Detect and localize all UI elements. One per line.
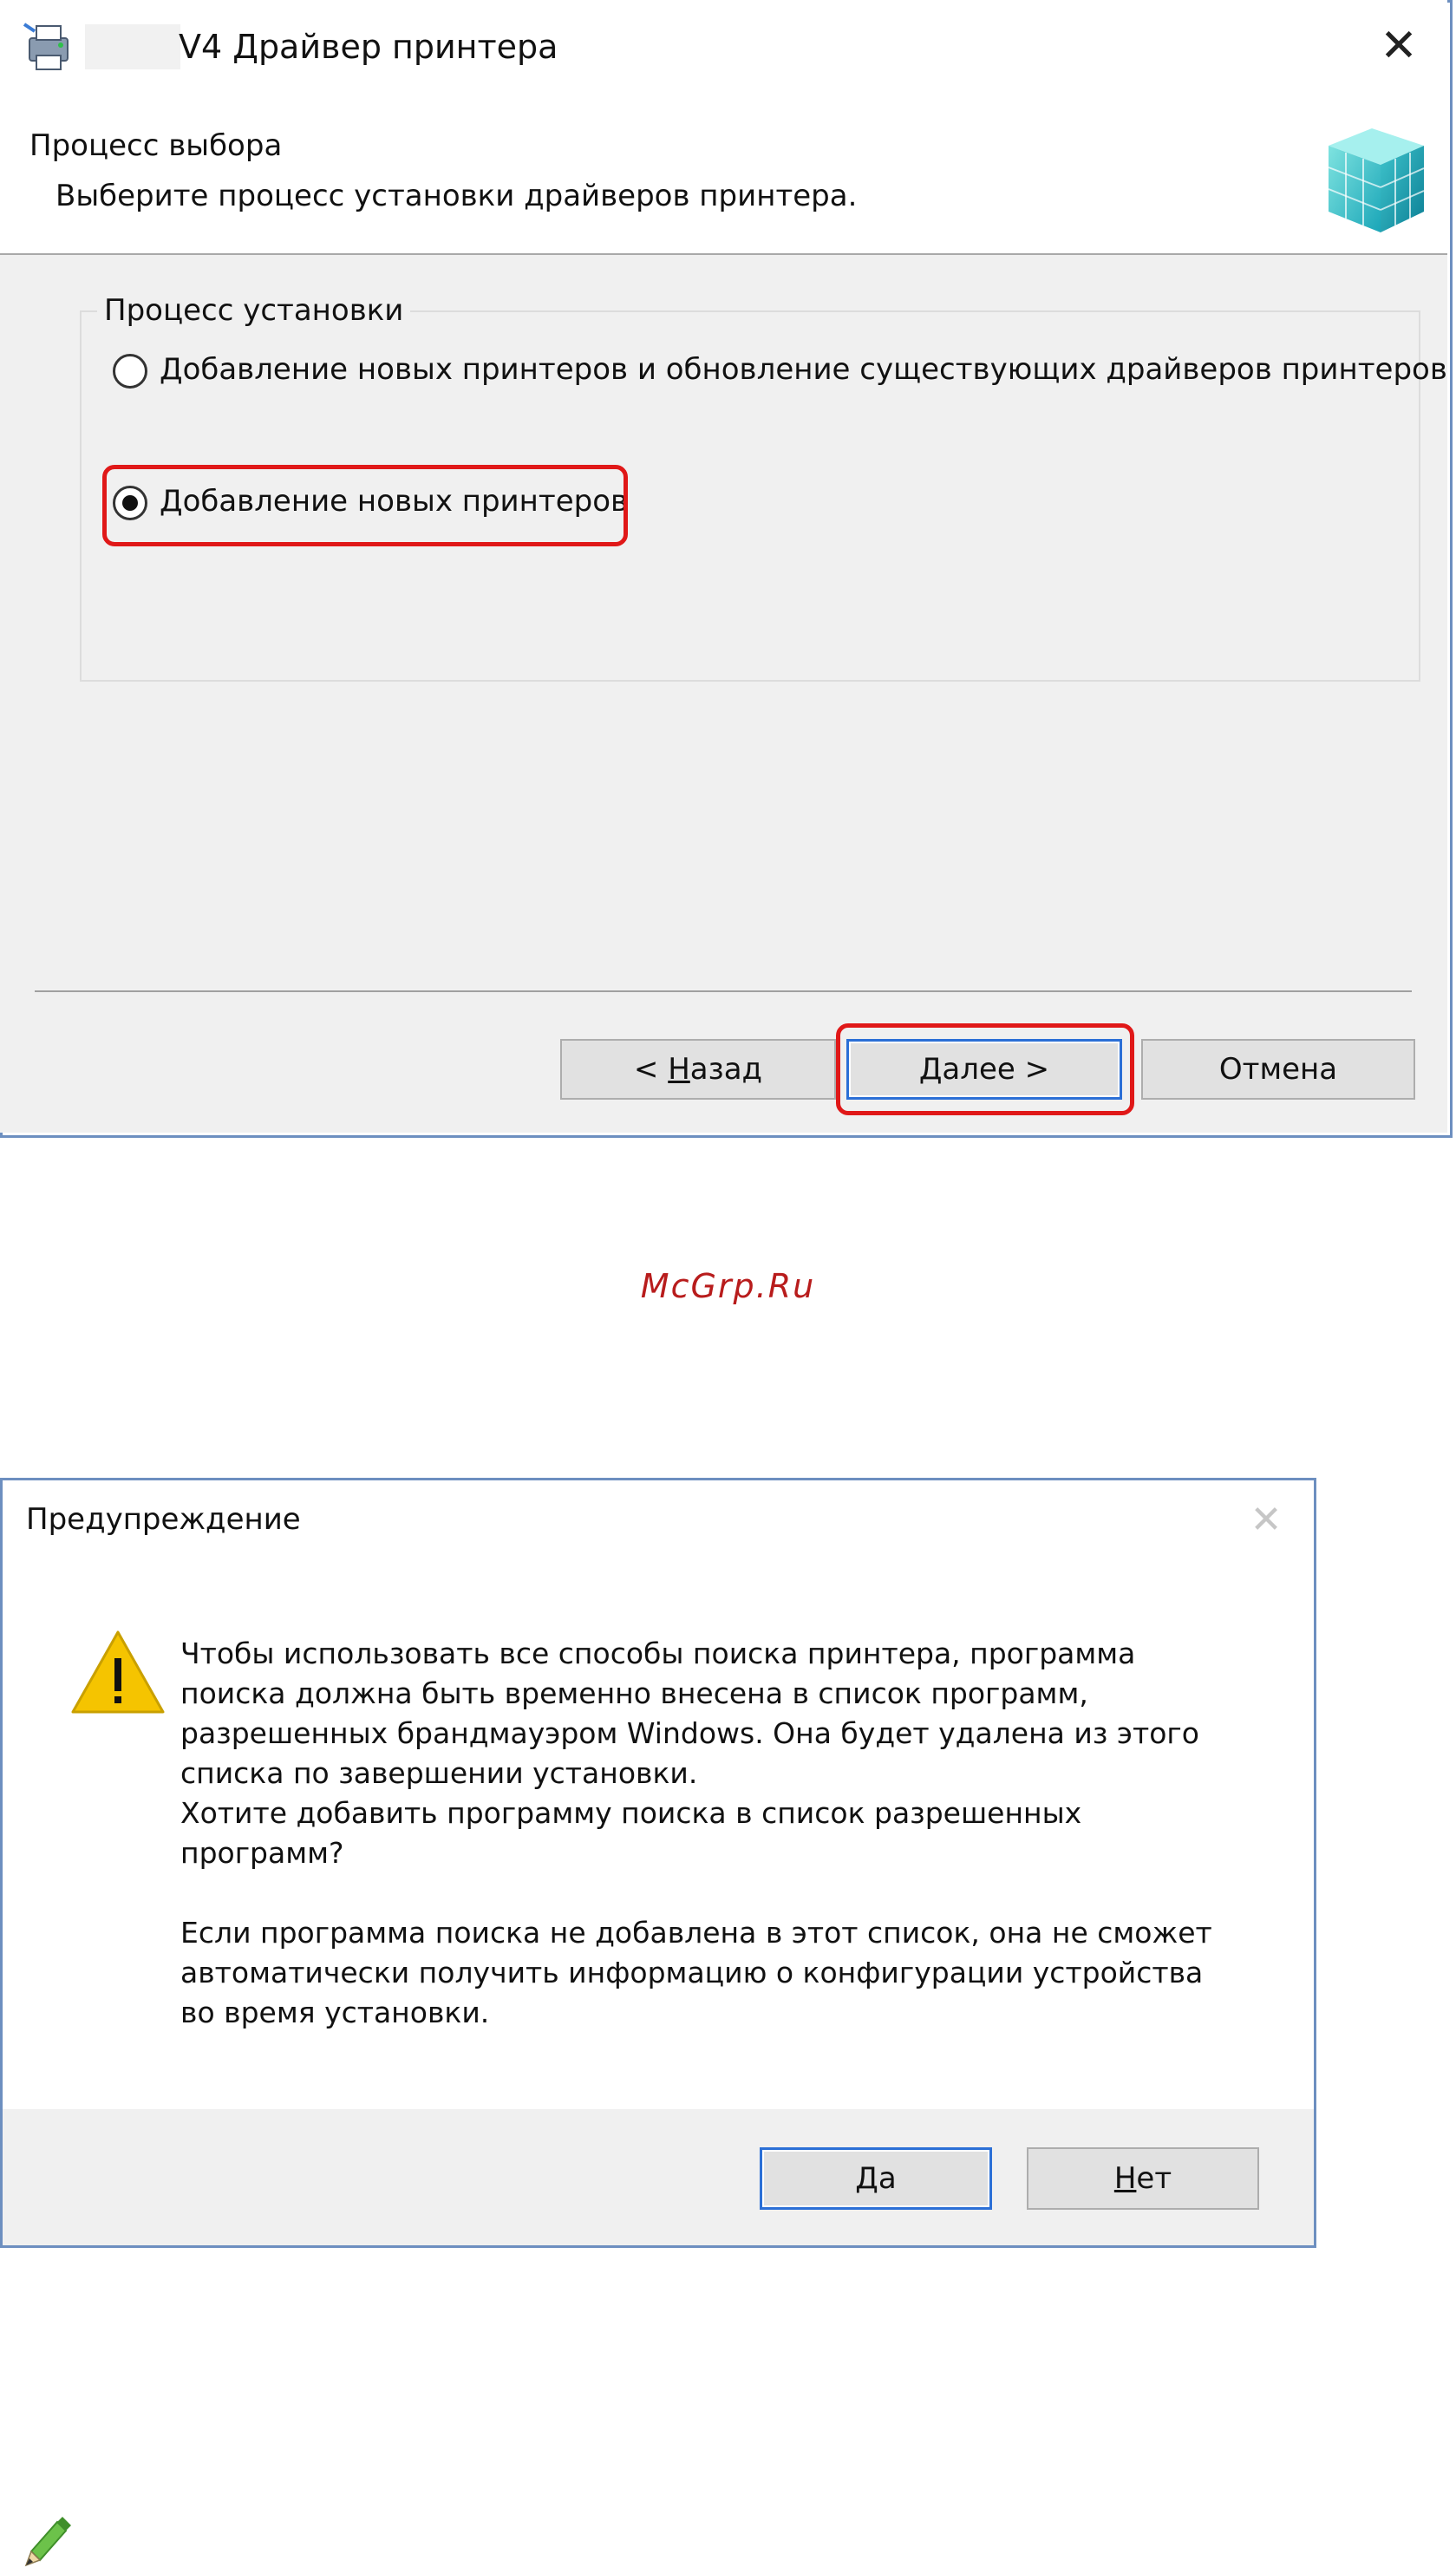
back-button-rest: азад: [689, 1052, 763, 1087]
radio-add-and-update[interactable]: [113, 354, 147, 389]
watermark: McGrp.Ru: [640, 1267, 816, 1305]
highlight-annotation-next: [836, 1023, 1134, 1115]
warning-dialog-title: Предупреждение: [26, 1502, 301, 1537]
yes-button[interactable]: Да: [760, 2147, 992, 2210]
radio-add-and-update-label[interactable]: Добавление новых принтеров и обновление …: [160, 350, 1447, 389]
no-button[interactable]: Нет: [1027, 2147, 1259, 2210]
back-button-prefix: <: [633, 1052, 669, 1087]
yes-button-mnemonic: Д: [855, 2161, 878, 2196]
printer-app-icon: [23, 19, 75, 75]
pencil-note-icon: [23, 2513, 73, 2567]
warning-message: Чтобы использовать все способы поиска пр…: [180, 1637, 1212, 2029]
window-title: V4 Драйвер принтера: [179, 28, 558, 66]
back-button-mnemonic: Н: [668, 1052, 690, 1087]
close-icon[interactable]: ✕: [1242, 1497, 1290, 1542]
group-label: Процесс установки: [97, 291, 411, 330]
installer-cube-icon: [1311, 102, 1441, 241]
warning-icon: [69, 1629, 166, 1715]
no-button-mnemonic: Н: [1113, 2161, 1137, 2196]
cancel-button[interactable]: Отмена: [1141, 1039, 1415, 1100]
back-button[interactable]: < Назад: [560, 1039, 836, 1100]
wizard-header: [0, 94, 1447, 255]
no-button-rest: ет: [1136, 2161, 1172, 2196]
close-icon[interactable]: ✕: [1368, 19, 1429, 73]
redacted-brand-area: [85, 24, 180, 69]
highlight-annotation: [102, 465, 628, 546]
yes-button-rest: а: [878, 2161, 897, 2196]
header-subtitle: Выберите процесс установки драйверов при…: [55, 179, 858, 213]
footer-divider: [35, 990, 1412, 992]
header-title: Процесс выбора: [29, 128, 283, 163]
